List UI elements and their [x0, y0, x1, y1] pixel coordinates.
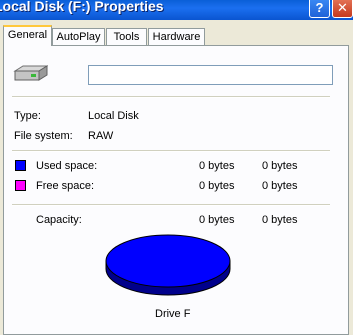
disk-usage-pie: [105, 234, 231, 296]
close-button[interactable]: ✕: [332, 0, 353, 18]
free-space-label: Free space:: [36, 180, 95, 192]
help-button[interactable]: ?: [309, 0, 330, 18]
free-space-size: 0 bytes: [262, 180, 298, 192]
separator: [12, 96, 330, 98]
separator: [12, 204, 330, 206]
free-space-swatch: [15, 180, 26, 191]
used-space-size: 0 bytes: [262, 160, 298, 172]
file-system-label: File system:: [14, 130, 73, 142]
file-system-value: RAW: [88, 130, 114, 142]
tab-hardware[interactable]: Hardware: [148, 28, 205, 45]
capacity-size: 0 bytes: [262, 214, 298, 226]
tab-general[interactable]: General: [3, 25, 52, 46]
type-value: Local Disk: [88, 110, 139, 122]
title-bar[interactable]: Local Disk (F:) Properties ? ✕: [0, 0, 353, 20]
drive-name-input[interactable]: [88, 65, 333, 85]
drive-label: Drive F: [155, 308, 191, 320]
drive-icon: [13, 65, 48, 81]
type-label: Type:: [14, 110, 41, 122]
tab-autoplay[interactable]: AutoPlay: [52, 28, 105, 45]
capacity-label: Capacity:: [36, 214, 82, 226]
separator: [12, 150, 330, 152]
used-space-label: Used space:: [36, 160, 98, 172]
window-title: Local Disk (F:) Properties: [0, 0, 164, 14]
tab-tools[interactable]: Tools: [106, 28, 147, 45]
free-space-bytes: 0 bytes: [199, 180, 235, 192]
used-space-bytes: 0 bytes: [199, 160, 235, 172]
capacity-bytes: 0 bytes: [199, 214, 235, 226]
used-space-swatch: [15, 160, 26, 171]
